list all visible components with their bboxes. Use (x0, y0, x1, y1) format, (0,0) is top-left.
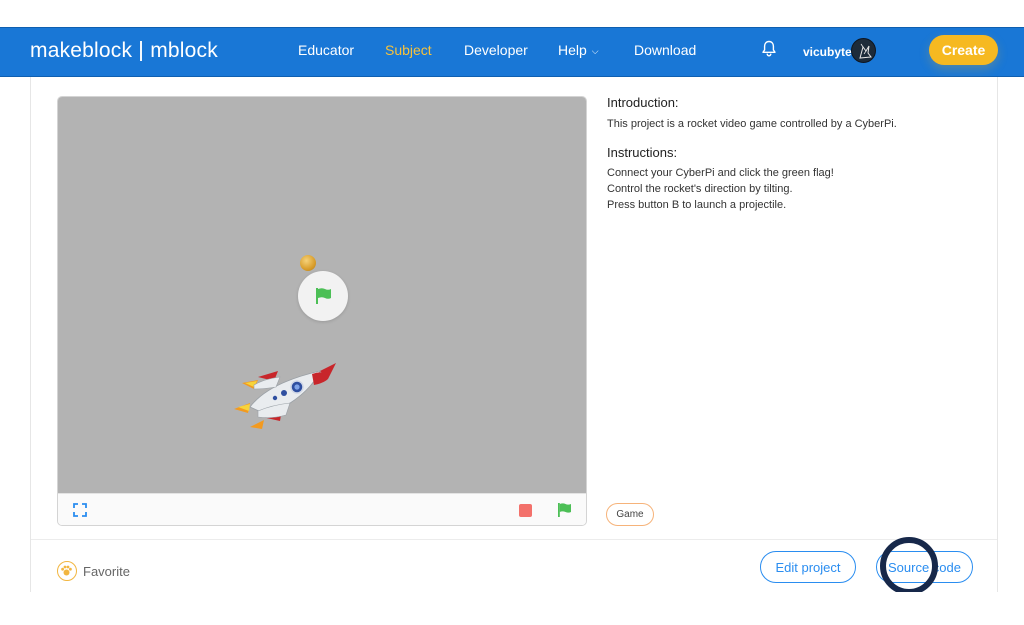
bell-icon[interactable] (761, 40, 777, 58)
chevron-down-icon: ⌵ (591, 46, 599, 56)
stop-icon[interactable] (519, 504, 532, 517)
create-button[interactable]: Create (929, 35, 998, 65)
introduction-heading: Introduction: (607, 95, 679, 110)
nav-developer[interactable]: Developer (464, 42, 528, 58)
start-overlay-button[interactable] (298, 271, 348, 321)
tag-game[interactable]: Game (606, 503, 654, 526)
stage-canvas[interactable] (58, 97, 586, 493)
favorite-label: Favorite (83, 563, 130, 579)
brand-makeblock: makeblock (30, 39, 133, 62)
coin-sprite (300, 255, 316, 271)
paw-icon (57, 561, 77, 581)
introduction-text: This project is a rocket video game cont… (607, 118, 897, 130)
project-stage (57, 96, 587, 526)
page-bottom-edge (0, 592, 1024, 625)
username[interactable]: vicubyte (803, 45, 852, 59)
stage-controls (58, 493, 586, 525)
project-page: makeblock mblock Educator Subject Develo… (0, 0, 1024, 625)
green-flag-icon[interactable] (556, 502, 572, 518)
instruction-line: Control the rocket's direction by tiltin… (607, 183, 793, 195)
rocket-sprite (234, 363, 336, 429)
nav-subject[interactable]: Subject (385, 42, 432, 58)
instruction-line: Press button B to launch a projectile. (607, 199, 787, 211)
brand-mblock: mblock (150, 39, 218, 62)
green-flag-icon (316, 288, 331, 304)
favorite-button[interactable]: Favorite (57, 561, 130, 581)
instructions-heading: Instructions: (607, 145, 678, 160)
instruction-line: Connect your CyberPi and click the green… (607, 167, 834, 179)
nav-educator[interactable]: Educator (298, 42, 354, 58)
edit-project-button[interactable]: Edit project (760, 551, 856, 583)
source-code-button[interactable]: Source code (876, 551, 973, 583)
nav-help[interactable]: Help ⌵ (558, 42, 599, 58)
avatar[interactable] (851, 38, 876, 63)
brand-separator (140, 41, 143, 61)
nav-help-label: Help (558, 42, 587, 58)
fullscreen-icon[interactable] (73, 503, 87, 517)
divider (31, 539, 997, 540)
brand-logo[interactable]: makeblock mblock (30, 38, 218, 64)
nav-download[interactable]: Download (634, 42, 696, 58)
